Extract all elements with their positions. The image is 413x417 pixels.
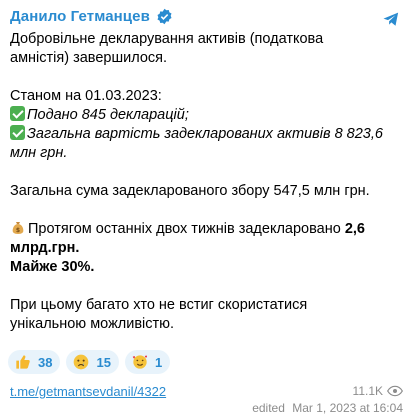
declarations-count-text: Подано 845 декларацій; xyxy=(27,107,189,123)
text-line: Майже 30%. xyxy=(10,259,95,275)
reaction-thumbs-up[interactable]: 38 xyxy=(8,350,61,374)
post-datetime: Mar 1, 2023 at 16:04 xyxy=(292,401,403,415)
reaction-hearts[interactable]: 1 xyxy=(124,350,171,374)
reactions-bar: 38 15 1 xyxy=(8,350,171,374)
telegram-post: Данило Гетманцев Добровільне декларуванн… xyxy=(0,0,413,417)
text-line: Загальна сума задекларованого збору 547,… xyxy=(10,183,370,199)
telegram-share-icon[interactable] xyxy=(382,10,400,28)
text-line: При цьому багато хто не встиг скористати… xyxy=(10,297,308,313)
svg-text:$: $ xyxy=(16,227,20,234)
two-weeks-text: Протягом останніх двох тижнів задекларов… xyxy=(28,221,345,237)
text-line: унікальною можливістю. xyxy=(10,316,175,332)
text-line: амністія) завершилося. xyxy=(10,50,168,66)
smiling-face-with-hearts-icon xyxy=(131,353,149,371)
check-mark-icon xyxy=(10,106,25,121)
reaction-count: 1 xyxy=(154,354,163,370)
eye-icon xyxy=(387,385,403,397)
text-line: $ Протягом останніх двох тижнів задеклар… xyxy=(10,220,405,239)
crying-face-icon xyxy=(72,353,90,371)
thumbs-up-icon xyxy=(14,353,32,371)
post-text: Добровільне декларування активів (податк… xyxy=(10,30,405,334)
check-mark-icon xyxy=(10,125,25,140)
money-bag-icon: $ xyxy=(12,222,24,234)
reaction-count: 38 xyxy=(38,354,53,370)
author-row: Данило Гетманцев xyxy=(10,5,173,27)
post-link[interactable]: t.me/getmantsevdanil/4322 xyxy=(10,384,166,399)
author-name[interactable]: Данило Гетманцев xyxy=(10,8,150,25)
text-line: Подано 845 декларацій; xyxy=(10,106,405,125)
views-count: 11.1K xyxy=(352,384,383,398)
reaction-crying[interactable]: 15 xyxy=(66,350,119,374)
text-line: Загальна вартість задекларованих активів… xyxy=(10,125,405,144)
reaction-count: 15 xyxy=(96,354,111,370)
post-meta: edited Mar 1, 2023 at 16:04 xyxy=(248,401,403,415)
edited-label: edited xyxy=(252,401,285,415)
verified-badge-icon xyxy=(157,8,172,24)
views-counter: 11.1K xyxy=(353,384,403,398)
total-value-text: Загальна вартість задекларованих активів… xyxy=(27,126,383,142)
amount-bold: 2,6 xyxy=(344,221,365,237)
text-line: млрд.грн. xyxy=(10,240,80,256)
text-line: млн грн. xyxy=(10,145,68,161)
text-line: Добровільне декларування активів (податк… xyxy=(10,31,324,47)
text-line: Станом на 01.03.2023: xyxy=(10,88,162,104)
